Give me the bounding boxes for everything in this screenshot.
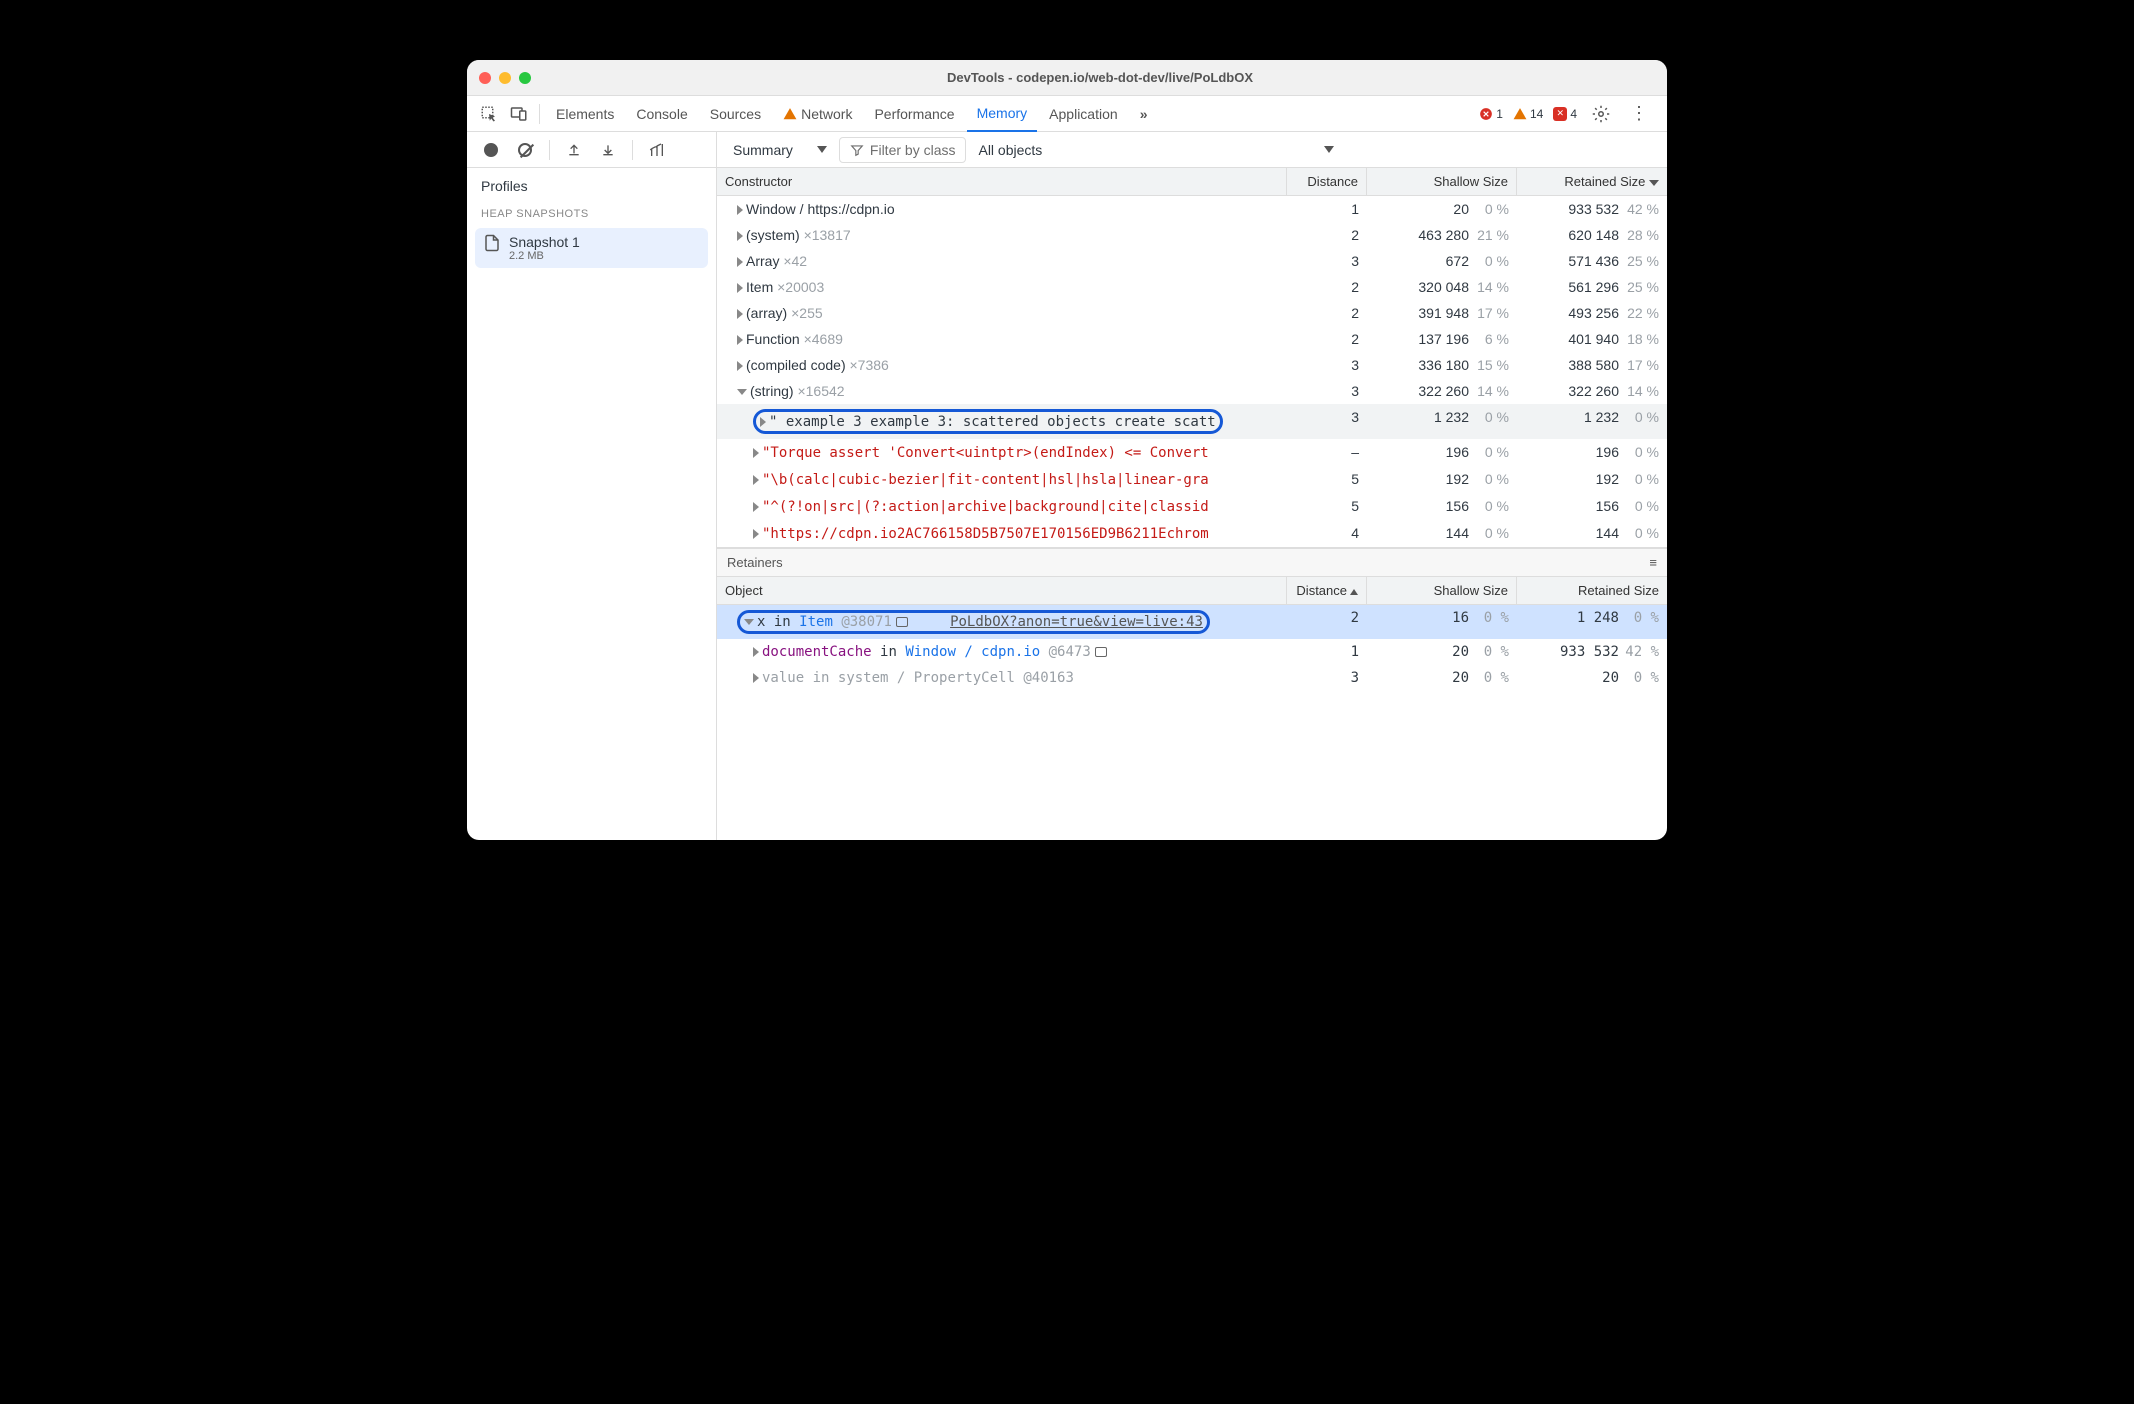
filter-placeholder: Filter by class xyxy=(870,142,956,158)
retainers-menu-icon[interactable]: ≡ xyxy=(1649,555,1657,570)
snapshot-icon xyxy=(483,234,501,252)
profiles-sidebar: Profiles HEAP SNAPSHOTS Snapshot 1 2.2 M… xyxy=(467,132,717,840)
all-objects-dropdown-trigger[interactable] xyxy=(1054,146,1334,153)
constructors-header: Constructor Distance Shallow Size Retain… xyxy=(717,168,1667,196)
snapshot-name: Snapshot 1 xyxy=(509,234,580,250)
table-row[interactable]: Function ×46892137 1966 %401 94018 % xyxy=(717,326,1667,352)
status-counts: 1 14 ✕ 4 ⋮ xyxy=(1479,100,1659,128)
retainers-body: x in Item @38071 PoLdbOX?anon=true&view=… xyxy=(717,605,1667,691)
object-icon xyxy=(1095,647,1107,657)
source-link[interactable]: PoLdbOX?anon=true&view=live:43 xyxy=(950,614,1203,630)
more-tabs-icon[interactable]: » xyxy=(1130,100,1158,128)
save-icon[interactable] xyxy=(594,136,622,164)
settings-icon[interactable] xyxy=(1587,100,1615,128)
retainer-row[interactable]: documentCache in Window / cdpn.io @64731… xyxy=(717,639,1667,665)
table-row[interactable]: Array ×4236720 %571 43625 % xyxy=(717,248,1667,274)
table-row[interactable]: "Torque assert 'Convert<uintptr>(endInde… xyxy=(717,439,1667,466)
retainers-header: Object Distance Shallow Size Retained Si… xyxy=(717,577,1667,605)
tab-console[interactable]: Console xyxy=(626,96,697,132)
chevron-down-icon xyxy=(817,146,827,153)
profiles-toolbar xyxy=(467,132,716,168)
tab-sources[interactable]: Sources xyxy=(700,96,771,132)
inspect-icon[interactable] xyxy=(475,100,503,128)
separator xyxy=(539,104,540,124)
chevron-down-icon xyxy=(1324,146,1334,153)
snapshot-size: 2.2 MB xyxy=(509,250,580,262)
col-shallow[interactable]: Shallow Size xyxy=(1367,168,1517,195)
class-filter-input[interactable]: Filter by class xyxy=(839,137,967,163)
col-distance[interactable]: Distance xyxy=(1287,168,1367,195)
main-tabbar: Elements Console Sources Network Perform… xyxy=(467,96,1667,132)
table-row[interactable]: Item ×200032320 04814 %561 29625 % xyxy=(717,274,1667,300)
table-row[interactable]: "\b(calc|cubic-bezier|fit-content|hsl|hs… xyxy=(717,466,1667,493)
col-constructor[interactable]: Constructor xyxy=(717,168,1287,195)
table-row[interactable]: (system) ×138172463 28021 %620 14828 % xyxy=(717,222,1667,248)
record-icon[interactable] xyxy=(477,136,505,164)
load-icon[interactable] xyxy=(560,136,588,164)
table-row[interactable]: "^(?!on|src|(?:action|archive|background… xyxy=(717,493,1667,520)
col-retained[interactable]: Retained Size xyxy=(1517,577,1667,604)
device-icon[interactable] xyxy=(505,100,533,128)
profiles-heading: Profiles xyxy=(467,168,716,204)
snapshot-item[interactable]: Snapshot 1 2.2 MB xyxy=(475,228,708,268)
gc-icon[interactable] xyxy=(643,136,671,164)
tab-memory[interactable]: Memory xyxy=(967,96,1038,132)
issues-icon: ✕ xyxy=(1553,107,1567,121)
object-icon xyxy=(896,617,908,627)
all-objects-select[interactable]: All objects xyxy=(972,142,1048,158)
warning-icon xyxy=(783,107,797,121)
error-count[interactable]: 1 xyxy=(1479,107,1503,121)
tab-application[interactable]: Application xyxy=(1039,96,1128,132)
constructors-body: Window / https://cdpn.io1200 %933 53242 … xyxy=(717,196,1667,548)
table-row[interactable]: (compiled code) ×73863336 18015 %388 580… xyxy=(717,352,1667,378)
issues-count[interactable]: ✕ 4 xyxy=(1553,107,1577,121)
filter-icon xyxy=(850,143,864,157)
devtools-window: DevTools - codepen.io/web-dot-dev/live/P… xyxy=(467,60,1667,840)
retainer-row[interactable]: value in system / PropertyCell @40163320… xyxy=(717,665,1667,691)
sort-asc-icon xyxy=(1350,589,1358,595)
warning-count[interactable]: 14 xyxy=(1513,107,1543,121)
memory-toolbar: Summary Filter by class All objects xyxy=(717,132,1667,168)
perspective-select[interactable]: Summary xyxy=(727,142,833,158)
retainers-title: Retainers ≡ xyxy=(717,548,1667,577)
memory-panel: Summary Filter by class All objects Cons… xyxy=(717,132,1667,840)
sort-desc-icon xyxy=(1649,180,1659,186)
table-row[interactable]: (string) ×165423322 26014 %322 26014 % xyxy=(717,378,1667,404)
table-row[interactable]: " example 3 example 3: scattered objects… xyxy=(717,404,1667,439)
tab-elements[interactable]: Elements xyxy=(546,96,624,132)
table-row[interactable]: "https://cdpn.io2AC766158D5B7507E170156E… xyxy=(717,520,1667,547)
col-object[interactable]: Object xyxy=(717,577,1287,604)
titlebar: DevTools - codepen.io/web-dot-dev/live/P… xyxy=(467,60,1667,96)
table-row[interactable]: (array) ×2552391 94817 %493 25622 % xyxy=(717,300,1667,326)
zoom-icon[interactable] xyxy=(519,72,531,84)
col-shallow[interactable]: Shallow Size xyxy=(1367,577,1517,604)
col-retained[interactable]: Retained Size xyxy=(1517,168,1667,195)
clear-icon[interactable] xyxy=(511,136,539,164)
kebab-icon[interactable]: ⋮ xyxy=(1625,100,1653,128)
window-title: DevTools - codepen.io/web-dot-dev/live/P… xyxy=(545,70,1655,85)
window-controls xyxy=(479,72,531,84)
table-row[interactable]: Window / https://cdpn.io1200 %933 53242 … xyxy=(717,196,1667,222)
retainer-row[interactable]: x in Item @38071 PoLdbOX?anon=true&view=… xyxy=(717,605,1667,639)
tab-network[interactable]: Network xyxy=(773,96,862,132)
tab-performance[interactable]: Performance xyxy=(864,96,964,132)
close-icon[interactable] xyxy=(479,72,491,84)
col-distance[interactable]: Distance xyxy=(1287,577,1367,604)
heap-section-heading: HEAP SNAPSHOTS xyxy=(467,204,716,224)
minimize-icon[interactable] xyxy=(499,72,511,84)
